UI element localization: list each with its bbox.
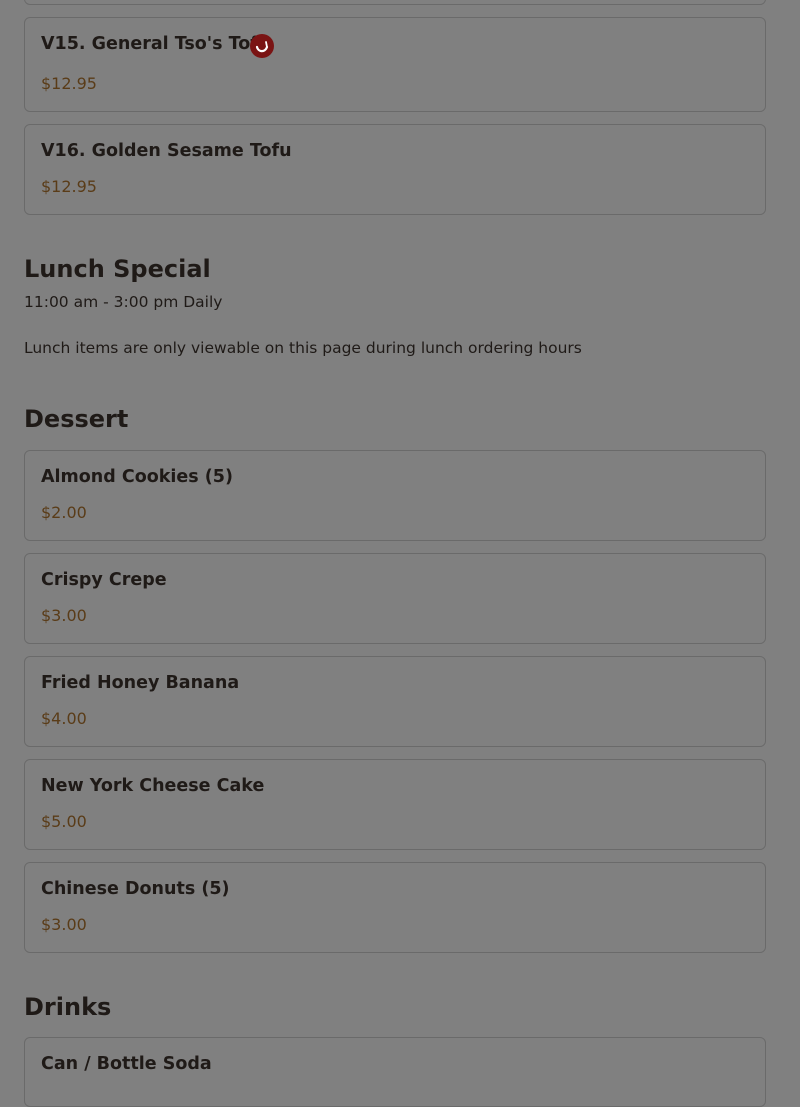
menu-item-price: $12.95 xyxy=(41,74,97,93)
menu-item-name: Can / Bottle Soda xyxy=(41,1054,212,1074)
menu-item-price: $4.00 xyxy=(41,709,87,728)
menu-item-card[interactable]: V15. General Tso's Tofu $12.95 xyxy=(24,17,766,112)
section-title-dessert: Dessert xyxy=(24,405,129,433)
lunch-note: Lunch items are only viewable on this pa… xyxy=(24,339,582,357)
menu-item-price: $12.95 xyxy=(41,177,97,196)
menu-item-price: $5.00 xyxy=(41,812,87,831)
menu-item-card-partial[interactable] xyxy=(24,0,766,5)
menu-item-card[interactable]: Fried Honey Banana $4.00 xyxy=(24,656,766,747)
spicy-pepper-icon xyxy=(250,34,274,58)
menu-item-name: Almond Cookies (5) xyxy=(41,467,233,487)
menu-item-name: New York Cheese Cake xyxy=(41,776,265,796)
menu-item-card[interactable]: Crispy Crepe $3.00 xyxy=(24,553,766,644)
menu-item-card[interactable]: V16. Golden Sesame Tofu $12.95 xyxy=(24,124,766,215)
menu-item-price: $3.00 xyxy=(41,606,87,625)
menu-item-price: $3.00 xyxy=(41,915,87,934)
section-title-drinks: Drinks xyxy=(24,993,112,1021)
section-title-lunch-special: Lunch Special xyxy=(24,255,211,283)
menu-item-card[interactable]: Can / Bottle Soda xyxy=(24,1037,766,1107)
menu-item-name: Fried Honey Banana xyxy=(41,673,240,693)
menu-item-price: $2.00 xyxy=(41,503,87,522)
menu-item-name: V15. General Tso's Tofu xyxy=(41,34,271,54)
menu-item-card[interactable]: Almond Cookies (5) $2.00 xyxy=(24,450,766,541)
menu-item-name: Chinese Donuts (5) xyxy=(41,879,230,899)
lunch-hours: 11:00 am - 3:00 pm Daily xyxy=(24,293,223,311)
menu-item-name: Crispy Crepe xyxy=(41,570,167,590)
menu-item-card[interactable]: New York Cheese Cake $5.00 xyxy=(24,759,766,850)
menu-item-card[interactable]: Chinese Donuts (5) $3.00 xyxy=(24,862,766,953)
menu-item-name: V16. Golden Sesame Tofu xyxy=(41,141,292,161)
